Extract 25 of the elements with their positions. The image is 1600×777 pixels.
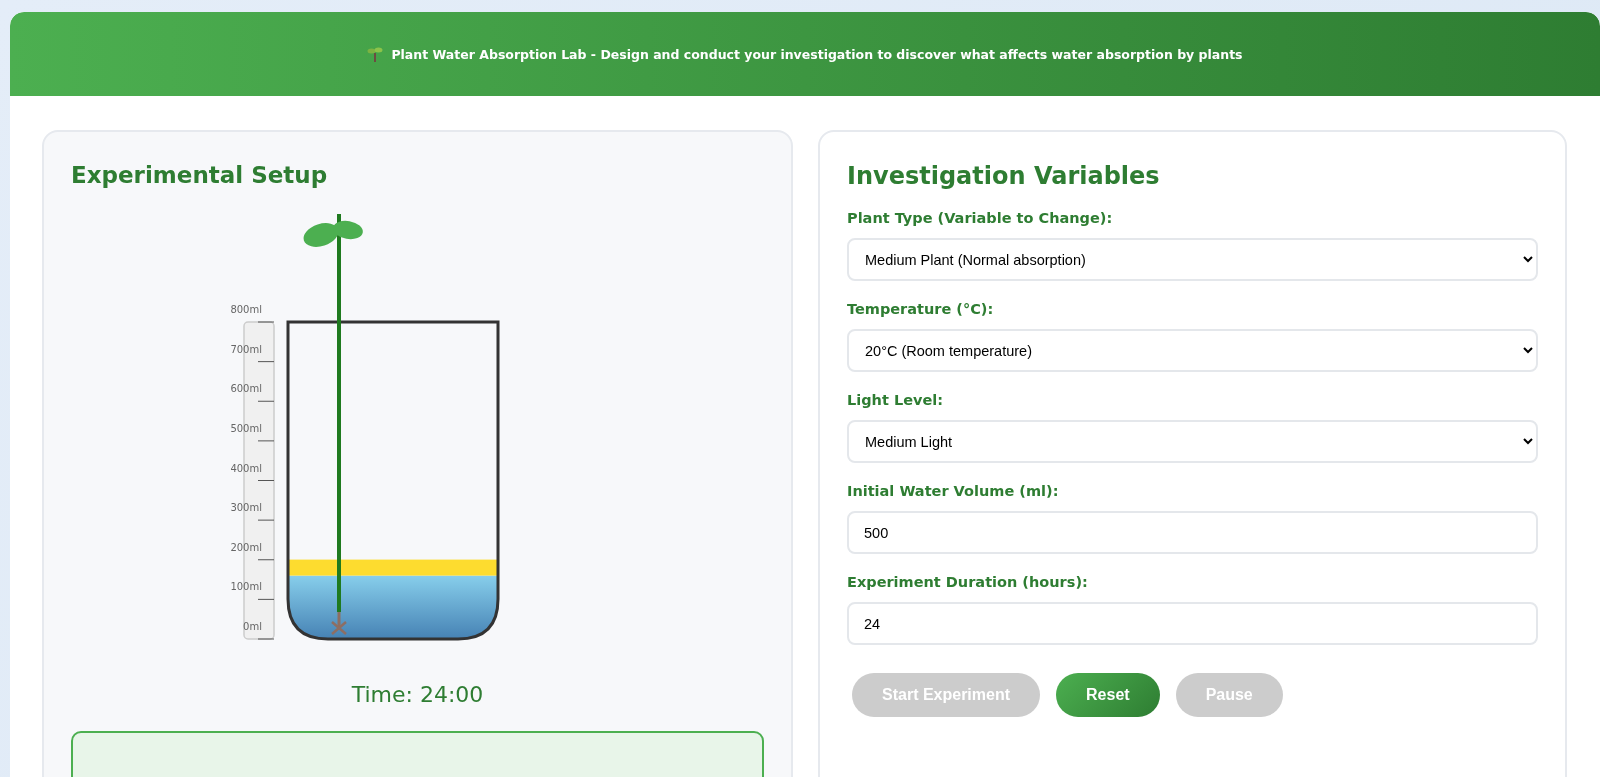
header-title: Plant Water Absorption Lab - Design and conduct your investigation to discover what affects water absorption by plants	[391, 46, 1243, 62]
scale-label: 600ml	[229, 383, 262, 395]
action-button[interactable]: Reset	[1056, 673, 1160, 717]
scale-label: 300ml	[229, 502, 262, 514]
scale-label: 100ml	[229, 581, 262, 593]
select-field[interactable]: Medium Light	[847, 420, 1538, 463]
scale-label: 400ml	[229, 462, 262, 474]
scale-label: 800ml	[229, 304, 262, 315]
time-display: Time: 24:00	[350, 682, 485, 707]
scale-label: 700ml	[229, 343, 262, 355]
scale-label: 200ml	[229, 541, 262, 553]
field-label: Experiment Duration (hours):	[847, 574, 1089, 590]
scale-label: 500ml	[229, 422, 262, 434]
select-field[interactable]: Medium Plant (Normal absorption)	[847, 238, 1538, 281]
field-label: Initial Water Volume (ml):	[847, 483, 1060, 499]
field-label: Plant Type (Variable to Change):	[847, 210, 1114, 226]
scale-label: 0ml	[242, 621, 262, 632]
select-field[interactable]: 20°C (Room temperature)	[847, 329, 1538, 372]
section-title: Experimental Setup	[71, 162, 329, 188]
field-label: Temperature (°C):	[847, 301, 995, 317]
section-title: Investigation Variables	[847, 162, 1161, 190]
input-field[interactable]: 500	[847, 511, 1538, 554]
sprout-icon	[367, 46, 384, 62]
input-field[interactable]: 24	[847, 602, 1538, 645]
field-label: Light Level:	[847, 392, 945, 408]
